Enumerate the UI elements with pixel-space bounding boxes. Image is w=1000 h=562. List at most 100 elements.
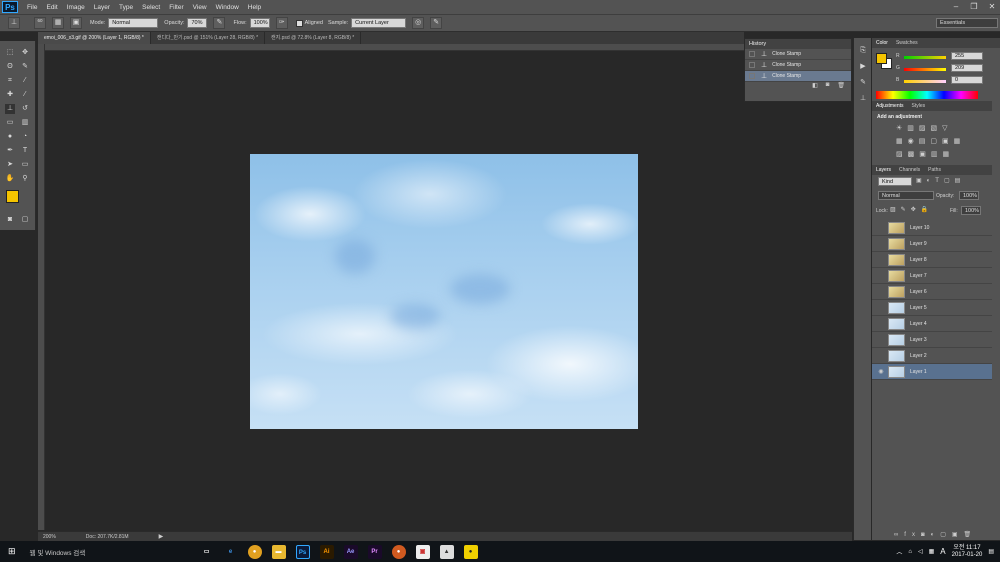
menu-file[interactable]: File (27, 4, 37, 11)
clock[interactable]: 오전 11:17 2017-01-20 (952, 545, 983, 559)
green-slider[interactable] (904, 68, 946, 71)
filter-icons[interactable]: ▣◐T▢▤ (916, 177, 965, 184)
clone-stamp-preset-icon[interactable]: ⊥ (8, 17, 20, 29)
brush-panel-icon[interactable]: ✎ (858, 78, 868, 88)
healing-brush-icon[interactable]: ✚ (5, 90, 15, 100)
menu-view[interactable]: View (193, 4, 207, 11)
document-tab-2[interactable]: 캔디다_만기.psd @ 151% (Layer 28, RGB/8) * (151, 32, 266, 44)
marquee-tool-icon[interactable]: ⬚ (5, 48, 15, 58)
tab-channels[interactable]: Channels (899, 167, 920, 173)
visibility-toggle[interactable] (877, 336, 885, 344)
edge-browser-icon[interactable]: e (224, 545, 238, 559)
blue-input[interactable]: 0 (951, 76, 983, 84)
flow-input[interactable]: 100% (249, 18, 270, 28)
move-tool-icon[interactable]: ✥ (20, 48, 30, 58)
layer-row[interactable]: Layer 6 (872, 284, 992, 300)
pen-tool-icon[interactable]: ✒ (5, 146, 15, 156)
volume-icon[interactable]: ◁ (918, 548, 923, 555)
minimize-button[interactable]: – (950, 1, 962, 12)
menu-edit[interactable]: Edit (46, 4, 57, 11)
task-view-icon[interactable]: ▭ (200, 545, 214, 559)
file-explorer-icon[interactable]: ▬ (271, 544, 286, 559)
windows-start-icon[interactable]: ⊞ (8, 546, 16, 557)
layers-footer-icons[interactable]: ∞fx◙◐▢▣🗑 (894, 531, 977, 538)
dodge-tool-icon[interactable]: ◔ (20, 132, 30, 142)
after-effects-icon[interactable]: Ae (343, 544, 358, 559)
visibility-toggle[interactable] (877, 288, 885, 296)
screen-mode-icon[interactable]: ▢ (20, 215, 30, 225)
ignore-adjustment-icon[interactable]: ◎ (412, 17, 425, 29)
menu-type[interactable]: Type (119, 4, 133, 11)
image-viewer-icon[interactable]: ▣ (415, 544, 430, 559)
visibility-toggle[interactable] (877, 352, 885, 360)
kakaotalk-icon[interactable]: ● (463, 544, 478, 559)
layer-row[interactable]: Layer 10 (872, 220, 992, 236)
status-menu-arrow-icon[interactable]: ▶ (159, 533, 164, 540)
document-canvas[interactable] (250, 154, 638, 429)
quick-mask-icon[interactable]: ◙ (5, 215, 15, 225)
photos-icon[interactable]: ▲ (439, 544, 454, 559)
layer-row[interactable]: Layer 8 (872, 252, 992, 268)
red-slider[interactable] (904, 56, 946, 59)
crop-tool-icon[interactable]: ⌗ (5, 76, 15, 86)
airbrush-icon[interactable]: ✑ (275, 17, 288, 29)
foreground-color-swatch[interactable] (6, 190, 19, 203)
tray-chevron-icon[interactable]: ︿ (896, 547, 902, 556)
layer-row[interactable]: Layer 7 (872, 268, 992, 284)
menu-help[interactable]: Help (248, 4, 261, 11)
layer-kind-filter[interactable]: Kind (878, 177, 912, 186)
workspace-select[interactable]: Essentials (936, 18, 998, 28)
red-input[interactable]: 255 (951, 52, 983, 60)
quick-select-icon[interactable]: ✎ (20, 62, 30, 72)
taskbar-search[interactable]: 웹 및 Windows 검색 (30, 547, 200, 557)
document-tab-3[interactable]: 캔지.psd @ 72.8% (Layer 8, RGB/8) * (265, 32, 362, 44)
vertical-ruler[interactable] (38, 44, 45, 530)
zoom-level[interactable]: 200% (43, 534, 56, 540)
history-item[interactable]: ⊥ Clone Stamp (745, 49, 851, 60)
chrome-icon[interactable]: ● (247, 544, 262, 559)
fill-input[interactable]: 100% (961, 206, 981, 215)
keyboard-icon[interactable]: ▦ (929, 548, 935, 555)
eye-icon[interactable]: ◉ (877, 368, 885, 376)
close-button[interactable]: ✕ (986, 1, 998, 12)
clone-source-panel-icon[interactable]: ⊥ (858, 94, 868, 104)
snapshot-icon[interactable]: ◙ (826, 82, 830, 91)
illustrator-icon[interactable]: Ai (319, 544, 334, 559)
app-icon[interactable]: ● (391, 544, 406, 559)
zoom-tool-icon[interactable]: ⚲ (20, 174, 30, 184)
restore-button[interactable]: ❐ (968, 1, 980, 12)
actions-panel-icon[interactable]: ▶ (858, 62, 868, 72)
menu-window[interactable]: Window (216, 4, 239, 11)
notifications-icon[interactable]: ▤ (988, 548, 994, 555)
color-spectrum-ramp[interactable] (876, 91, 978, 99)
tab-paths[interactable]: Paths (928, 167, 941, 173)
pressure-opacity-icon[interactable]: ✎ (213, 17, 226, 29)
network-icon[interactable]: ⌂ (908, 549, 912, 555)
visibility-toggle[interactable] (877, 256, 885, 264)
horizontal-ruler[interactable] (45, 44, 852, 51)
tab-styles[interactable]: Styles (912, 103, 926, 109)
history-panel-icon[interactable]: ⎘ (858, 46, 868, 56)
sample-select[interactable]: Current Layer (351, 18, 407, 28)
brush-panel-icon[interactable]: ▦ (52, 17, 64, 29)
history-brush-icon[interactable]: ↺ (20, 104, 30, 114)
lasso-tool-icon[interactable]: ʘ (5, 62, 15, 72)
layer-row-active[interactable]: ◉ Layer 1 (872, 364, 992, 380)
type-tool-icon[interactable]: T (20, 146, 30, 156)
layer-row[interactable]: Layer 4 (872, 316, 992, 332)
layer-row[interactable]: Layer 9 (872, 236, 992, 252)
path-select-icon[interactable]: ➤ (5, 160, 15, 170)
history-item-selected[interactable]: ⊥ Clone Stamp (745, 71, 851, 82)
adjustment-icons[interactable]: ☀▥▨▧▽ ▦◉▤▢▣▦ ▨▩▣▥▦ (896, 122, 986, 161)
blue-slider[interactable] (904, 80, 946, 83)
menu-layer[interactable]: Layer (94, 4, 110, 11)
clone-source-icon[interactable]: ▣ (70, 17, 82, 29)
visibility-toggle[interactable] (877, 304, 885, 312)
hand-tool-icon[interactable]: ✋ (5, 174, 15, 184)
tab-swatches[interactable]: Swatches (896, 40, 918, 46)
visibility-toggle[interactable] (877, 240, 885, 248)
aligned-checkbox[interactable] (295, 19, 303, 27)
clone-stamp-tool-icon[interactable]: ⊥ (5, 104, 15, 114)
foreground-color-chip[interactable] (876, 53, 887, 64)
rectangle-tool-icon[interactable]: ▭ (20, 160, 30, 170)
